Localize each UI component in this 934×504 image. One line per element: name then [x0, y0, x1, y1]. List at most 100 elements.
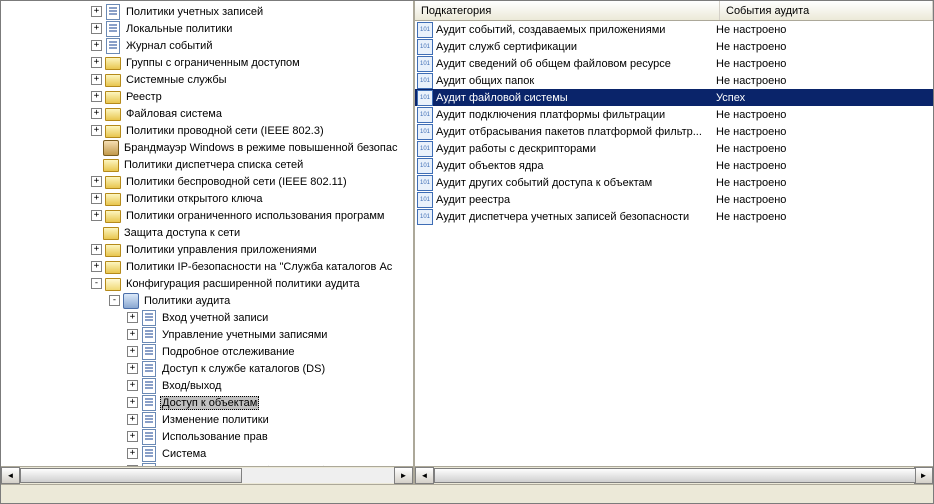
main-area: +Политики учетных записей+Локальные поли…	[1, 1, 933, 484]
expand-icon[interactable]: +	[91, 23, 102, 34]
tree-item[interactable]: -Конфигурация расширенной политики аудит…	[1, 275, 413, 292]
scroll-right-button[interactable]: ►	[914, 467, 933, 484]
right-panel: Подкатегория События аудита 101Аудит соб…	[415, 1, 933, 484]
audit-item-icon: 101	[417, 39, 433, 55]
cell-subcategory-text: Аудит реестра	[436, 194, 510, 206]
tree-item[interactable]: +Политики учетных записей	[1, 3, 413, 20]
tree-item[interactable]: +Файловая система	[1, 105, 413, 122]
expand-icon[interactable]: +	[127, 312, 138, 323]
expand-icon[interactable]: +	[127, 431, 138, 442]
audit-item-icon: 101	[417, 209, 433, 225]
tree-item[interactable]: + Системные службы	[1, 71, 413, 88]
cell-subcategory-text: Аудит других событий доступа к объектам	[436, 177, 652, 189]
collapse-icon[interactable]: -	[109, 295, 120, 306]
column-audit-events[interactable]: События аудита	[720, 1, 933, 20]
list-item[interactable]: 101Аудит диспетчера учетных записей безо…	[415, 208, 933, 225]
scroll-thumb[interactable]	[20, 468, 242, 483]
tree-item-label: Политики диспетчера списка сетей	[122, 159, 305, 171]
tree-item[interactable]: Защита доступа к сети	[1, 224, 413, 241]
scroll-track[interactable]	[434, 468, 914, 483]
list-item[interactable]: 101Аудит реестраНе настроено	[415, 191, 933, 208]
scroll-track[interactable]	[20, 468, 394, 483]
expand-icon[interactable]: +	[91, 244, 102, 255]
tree-item-label: Реестр	[124, 91, 164, 103]
expand-icon[interactable]: +	[91, 261, 102, 272]
audit-item-icon: 101	[417, 90, 433, 106]
tree-item[interactable]: +Политики управления приложениями	[1, 241, 413, 258]
document-icon	[141, 361, 157, 377]
left-hscroll[interactable]: ◄ ►	[1, 466, 413, 484]
tree-item[interactable]: +Доступ к службе каталогов (DS)	[1, 360, 413, 377]
list-item[interactable]: 101Аудит других событий доступа к объект…	[415, 174, 933, 191]
tree-item[interactable]: +Вход учетной записи	[1, 309, 413, 326]
tree-item-label: Изменение политики	[160, 414, 271, 426]
tree-item[interactable]: +Политики IP-безопасности на "Служба кат…	[1, 258, 413, 275]
tree-item[interactable]: + Реестр	[1, 88, 413, 105]
document-icon	[141, 327, 157, 343]
cell-subcategory-text: Аудит общих папок	[436, 75, 534, 87]
app-window: +Политики учетных записей+Локальные поли…	[0, 0, 934, 504]
list-item[interactable]: 101Аудит событий, создаваемых приложения…	[415, 21, 933, 38]
expand-icon[interactable]: +	[91, 176, 102, 187]
tree-item[interactable]: +Политики беспроводной сети (IEEE 802.11…	[1, 173, 413, 190]
scroll-thumb[interactable]	[434, 468, 916, 483]
expand-icon[interactable]: +	[91, 57, 102, 68]
expand-icon[interactable]: +	[127, 414, 138, 425]
scroll-left-button[interactable]: ◄	[1, 467, 20, 484]
expand-icon[interactable]: +	[91, 108, 102, 119]
column-subcategory[interactable]: Подкатегория	[415, 1, 720, 20]
collapse-icon[interactable]: -	[91, 278, 102, 289]
expand-icon[interactable]: +	[127, 329, 138, 340]
expand-icon[interactable]: +	[127, 380, 138, 391]
policy-tree[interactable]: +Политики учетных записей+Локальные поли…	[1, 1, 413, 466]
list-item[interactable]: 101Аудит отбрасывания пакетов платформой…	[415, 123, 933, 140]
scroll-right-button[interactable]: ►	[394, 467, 413, 484]
list-header: Подкатегория События аудита	[415, 1, 933, 21]
expand-icon[interactable]: +	[91, 193, 102, 204]
list-item[interactable]: 101Аудит сведений об общем файловом ресу…	[415, 55, 933, 72]
tree-item-label: Системные службы	[124, 74, 229, 86]
scroll-left-button[interactable]: ◄	[415, 467, 434, 484]
folder-icon	[105, 174, 121, 190]
tree-item[interactable]: Политики диспетчера списка сетей	[1, 156, 413, 173]
tree-item[interactable]: + Управление учетными записями	[1, 326, 413, 343]
audit-list[interactable]: 101Аудит событий, создаваемых приложения…	[415, 21, 933, 466]
cell-subcategory-text: Аудит сведений об общем файловом ресурсе	[436, 58, 671, 70]
tree-item[interactable]: +Локальные политики	[1, 20, 413, 37]
expand-icon[interactable]: +	[127, 448, 138, 459]
tree-item-label: Управление учетными записями	[160, 329, 329, 341]
expand-icon[interactable]: +	[127, 346, 138, 357]
list-item[interactable]: 101Аудит служб сертификацииНе настроено	[415, 38, 933, 55]
tree-item[interactable]: +Доступ к объектам	[1, 394, 413, 411]
tree-item[interactable]: +Политики открытого ключа	[1, 190, 413, 207]
expand-icon[interactable]: +	[91, 125, 102, 136]
tree-item[interactable]: +Политики ограниченного использования пр…	[1, 207, 413, 224]
expand-icon[interactable]: +	[91, 6, 102, 17]
expand-icon[interactable]: +	[91, 91, 102, 102]
tree-item[interactable]: +Группы с ограниченным доступом	[1, 54, 413, 71]
list-item[interactable]: 101Аудит файловой системыУспех	[415, 89, 933, 106]
tree-item[interactable]: + Изменение политики	[1, 411, 413, 428]
tree-item[interactable]: +Политики проводной сети (IEEE 802.3)	[1, 122, 413, 139]
tree-item[interactable]: +Использование прав	[1, 428, 413, 445]
list-item[interactable]: 101Аудит общих папокНе настроено	[415, 72, 933, 89]
tree-item[interactable]: Брандмауэр Windows в режиме повышенной б…	[1, 139, 413, 156]
tree-item[interactable]: +Журнал событий	[1, 37, 413, 54]
document-icon	[105, 4, 121, 20]
cell-status: Не настроено	[715, 177, 933, 189]
expand-icon[interactable]: +	[127, 363, 138, 374]
tree-item[interactable]: +Подробное отслеживание	[1, 343, 413, 360]
right-hscroll[interactable]: ◄ ►	[415, 466, 933, 484]
tree-item[interactable]: +Вход/выход	[1, 377, 413, 394]
expand-icon[interactable]: +	[91, 210, 102, 221]
tree-item[interactable]: -Политики аудита	[1, 292, 413, 309]
tree-item[interactable]: +Система	[1, 445, 413, 462]
document-icon	[141, 378, 157, 394]
list-item[interactable]: 101Аудит работы с дескрипторамиНе настро…	[415, 140, 933, 157]
list-item[interactable]: 101Аудит подключения платформы фильтраци…	[415, 106, 933, 123]
list-item[interactable]: 101Аудит объектов ядраНе настроено	[415, 157, 933, 174]
tree-item-label: Защита доступа к сети	[122, 227, 242, 239]
expand-icon[interactable]: +	[127, 397, 138, 408]
expand-icon[interactable]: +	[91, 40, 102, 51]
expand-icon[interactable]: +	[91, 74, 102, 85]
